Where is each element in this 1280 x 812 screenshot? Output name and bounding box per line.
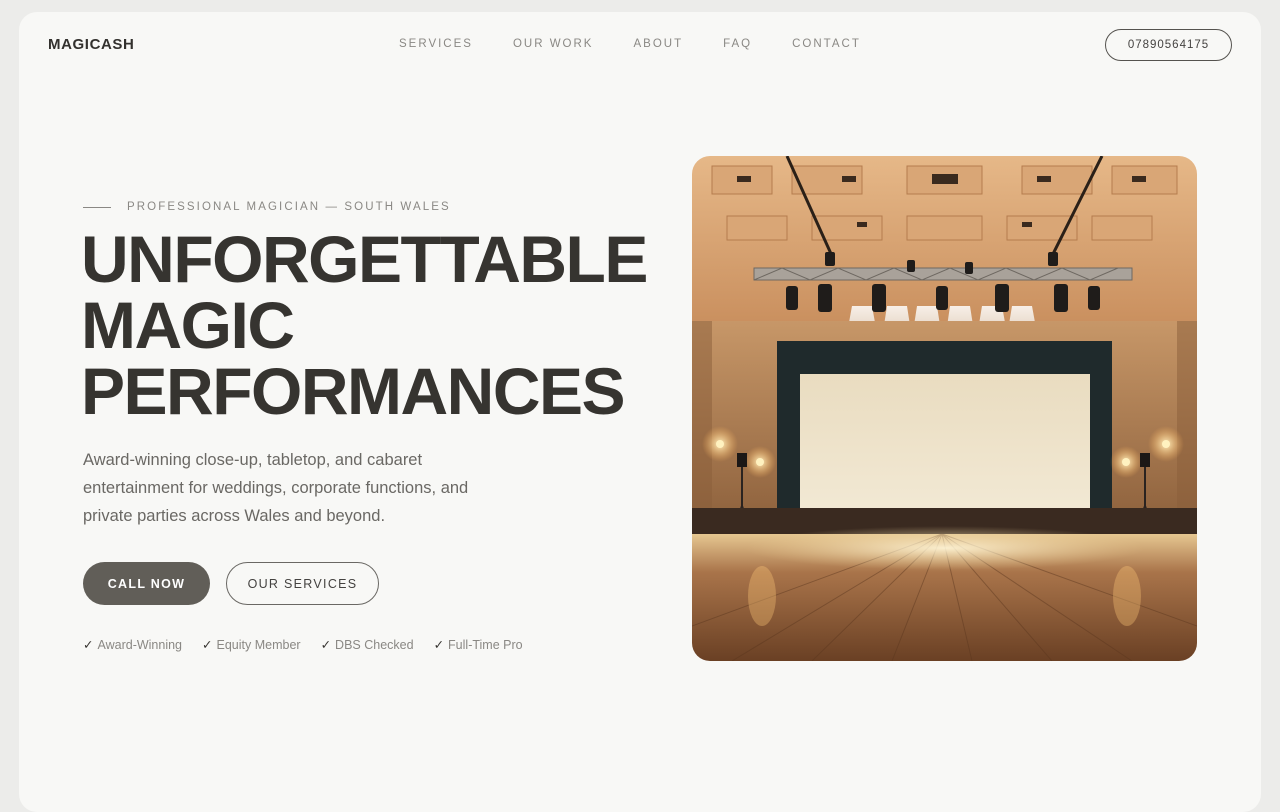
check-icon: ✓ bbox=[320, 638, 332, 652]
badge-label: Award-Winning bbox=[97, 638, 183, 652]
nav-link-faq[interactable]: FAQ bbox=[723, 38, 752, 50]
headline-line-1: UNFORGETTABLE bbox=[81, 222, 648, 296]
stage-illustration bbox=[692, 156, 1197, 661]
badge-award-winning: ✓ Award-Winning bbox=[83, 637, 182, 652]
site-logo[interactable]: MAGICASH bbox=[48, 36, 134, 53]
badge-full-time-pro: ✓ Full-Time Pro bbox=[434, 637, 523, 652]
eyebrow-text: PROFESSIONAL MAGICIAN — SOUTH WALES bbox=[127, 201, 451, 213]
nav-link-our-work[interactable]: OUR WORK bbox=[513, 38, 594, 50]
nav-link-contact[interactable]: CONTACT bbox=[792, 38, 861, 50]
badge-equity-member: ✓ Equity Member bbox=[202, 637, 301, 652]
hero-headline: UNFORGETTABLE MAGIC PERFORMANCES bbox=[81, 226, 681, 424]
hero-eyebrow: PROFESSIONAL MAGICIAN — SOUTH WALES bbox=[83, 201, 451, 213]
badge-label: Equity Member bbox=[216, 638, 301, 652]
headline-line-3: PERFORMANCES bbox=[81, 354, 626, 428]
headline-line-2: MAGIC bbox=[81, 288, 295, 362]
check-icon: ✓ bbox=[83, 638, 94, 652]
our-services-button[interactable]: OUR SERVICES bbox=[226, 562, 379, 605]
nav-link-about[interactable]: ABOUT bbox=[633, 38, 683, 50]
trust-badges: ✓ Award-Winning ✓ Equity Member ✓ DBS Check… bbox=[83, 637, 543, 652]
hero-lead: Award-winning close-up, tabletop, and ca… bbox=[83, 451, 469, 525]
check-icon: ✓ bbox=[433, 638, 445, 652]
eyebrow-rule bbox=[83, 206, 111, 208]
check-icon: ✓ bbox=[202, 638, 213, 652]
nav-link-services[interactable]: SERVICES bbox=[399, 38, 473, 50]
phone-button[interactable]: 07890564175 bbox=[1105, 29, 1232, 61]
badge-label: Full-Time Pro bbox=[448, 638, 523, 652]
hero-stage-image bbox=[692, 156, 1197, 661]
call-now-button[interactable]: CALL NOW bbox=[83, 562, 210, 605]
main-nav: SERVICES OUR WORK ABOUT FAQ CONTACT bbox=[399, 38, 901, 50]
badge-dbs-checked: ✓ DBS Checked bbox=[321, 637, 414, 652]
page-container: MAGICASH SERVICES OUR WORK ABOUT FAQ CON… bbox=[19, 12, 1261, 812]
badge-label: DBS Checked bbox=[335, 638, 414, 652]
